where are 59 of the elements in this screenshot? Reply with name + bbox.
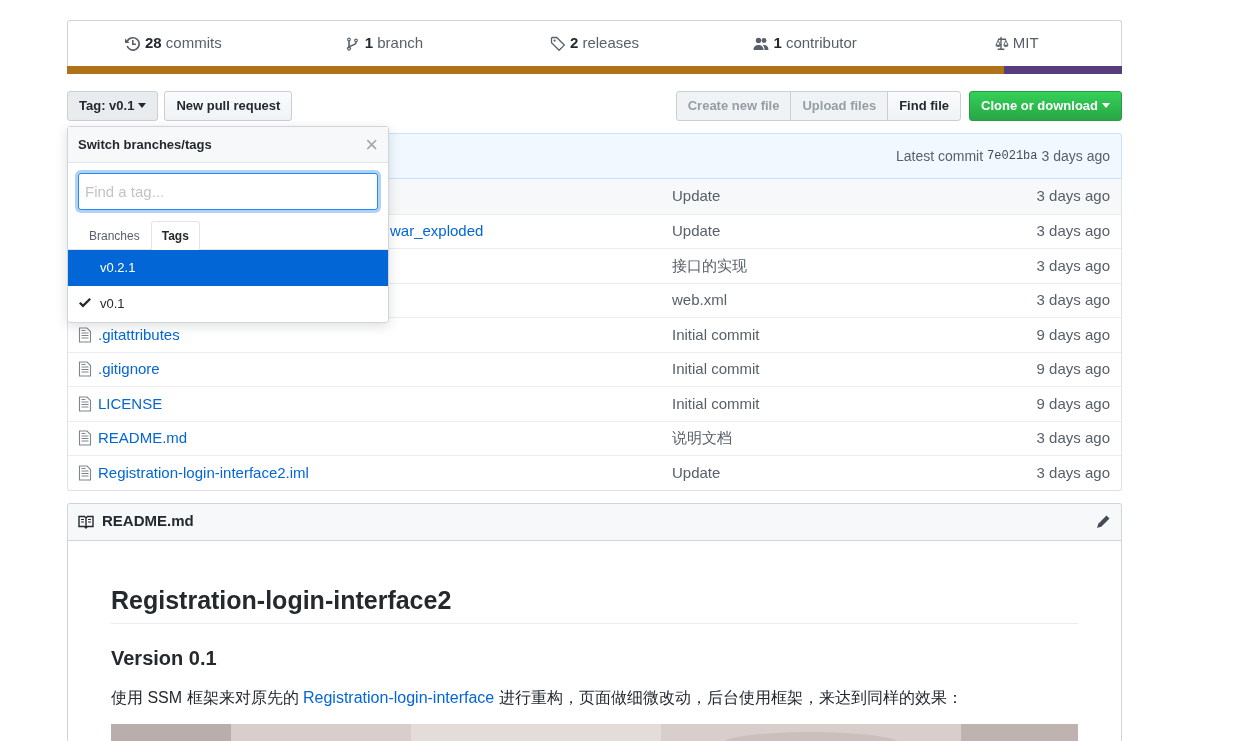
file-link[interactable]: Registration-login-interface2.iml (98, 461, 309, 484)
dropdown-tab[interactable]: Branches (78, 221, 151, 250)
tag-item[interactable]: v0.2.1 (68, 250, 388, 286)
book-icon (78, 514, 94, 529)
filter-field[interactable]: Find a tag... (78, 173, 378, 210)
commit-age: 3 days ago (1036, 462, 1111, 483)
commit-label: Latest commit (895, 146, 984, 166)
pull-request-button[interactable]: New pull request (164, 91, 293, 121)
readme-title: Registration-login-interface2 (111, 584, 1078, 624)
caret-icon (138, 103, 147, 109)
branch-icon (344, 35, 361, 52)
file-icon (78, 430, 92, 447)
file-link[interactable]: LICENSE (98, 392, 163, 415)
commit-message: Update (672, 222, 721, 239)
dropdown-tab[interactable]: Tags (150, 221, 200, 250)
file-icon (78, 395, 92, 412)
commit-age: 3 days ago (1036, 221, 1111, 241)
readme-subtitle: Version 0.1 (111, 645, 218, 670)
commit-message: 接口的实现 (672, 256, 747, 274)
people-icon (753, 35, 770, 52)
stat-link[interactable]: 1 branch (278, 32, 490, 55)
file-icon (78, 464, 92, 481)
history-icon (124, 35, 141, 52)
pencil-icon (1095, 513, 1111, 530)
commit-message: Update (672, 463, 721, 481)
tag-item[interactable]: v0.1 (68, 286, 388, 322)
stat-link[interactable]: MIT (910, 32, 1121, 55)
commit-age: 3 days ago (1036, 186, 1111, 206)
stat-link[interactable]: 28 commits (68, 32, 279, 55)
file-link[interactable]: .gitattributes (98, 323, 180, 346)
commit-age: 3 days ago (1036, 290, 1111, 310)
commit-age: 9 days ago (1036, 393, 1111, 414)
commit-message: Initial commit (672, 360, 760, 377)
stat-link[interactable]: 1 contributor (699, 32, 911, 55)
commit-message: Initial commit (672, 325, 760, 343)
file-action-button[interactable]: Find file (887, 91, 961, 121)
caret-icon (1102, 103, 1110, 109)
dropdown-title: Switch branches/tags (78, 135, 212, 154)
readme-filename: README.md (102, 511, 194, 532)
stat-link[interactable]: 2 releases (489, 32, 700, 55)
commit-message: Update (672, 187, 721, 204)
commit-age: 3 days ago (1036, 255, 1111, 276)
commit-message: Initial commit (672, 394, 760, 412)
tag-icon (549, 35, 566, 52)
commit-age: 3 days ago (1041, 146, 1110, 166)
readme-paragraph: 使用 SSM 框架来对原先的 Registration-login-interface 进行重构，页面做细微改动，后台使用框架，来达到同样的效果： (111, 687, 964, 708)
file-icon (78, 361, 92, 378)
commit-age: 9 days ago (1036, 324, 1111, 345)
file-link[interactable]: .gitignore (98, 358, 160, 381)
commit-age: 3 days ago (1036, 428, 1111, 448)
commit-sha-link[interactable]: 7e021ba (987, 147, 1038, 165)
commit-message: 说明文档 (672, 429, 732, 446)
commit-message: web.xml (672, 291, 727, 308)
branch-select-button[interactable]: Tag: v0.1 (67, 91, 159, 121)
readme-link[interactable]: Registration-login-interface (303, 688, 495, 706)
file-icon (78, 326, 92, 343)
file-link[interactable]: README.md (98, 427, 188, 450)
file-link[interactable]: war_exploded (390, 220, 484, 243)
commit-age: 9 days ago (1036, 359, 1111, 379)
